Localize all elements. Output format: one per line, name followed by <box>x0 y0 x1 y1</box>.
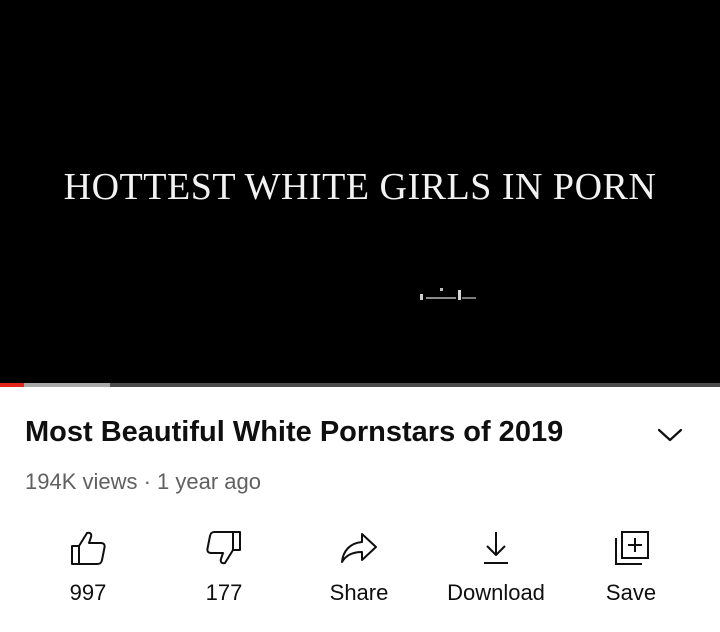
share-label: Share <box>329 580 389 605</box>
expand-description-button[interactable] <box>652 420 688 450</box>
download-button[interactable]: Download <box>431 520 561 620</box>
thumbs-up-icon <box>23 526 153 570</box>
action-bar: 997 177 Share Download Save <box>0 520 720 620</box>
chevron-down-icon <box>657 428 683 442</box>
video-title: Most Beautiful White Pornstars of 2019 <box>25 416 564 448</box>
download-icon <box>431 526 561 570</box>
add-to-playlist-icon <box>566 526 696 570</box>
save-label: Save <box>605 580 657 605</box>
progress-played <box>0 383 24 387</box>
share-button[interactable]: Share <box>294 520 424 620</box>
dislike-button[interactable]: 177 <box>159 520 289 620</box>
thumbs-down-icon <box>159 526 289 570</box>
dislike-count: 177 <box>205 580 243 605</box>
like-count: 997 <box>69 580 107 605</box>
save-button[interactable]: Save <box>566 520 696 620</box>
video-progress-bar[interactable] <box>0 383 720 387</box>
share-arrow-icon <box>294 526 424 570</box>
video-meta: 194K views · 1 year ago <box>25 469 262 494</box>
video-player[interactable]: HOTTEST WHITE GIRLS IN PORN <box>0 0 720 383</box>
video-frame-text: HOTTEST WHITE GIRLS IN PORN <box>63 166 657 208</box>
download-label: Download <box>447 580 545 605</box>
video-frame-artifact <box>420 288 476 300</box>
like-button[interactable]: 997 <box>23 520 153 620</box>
